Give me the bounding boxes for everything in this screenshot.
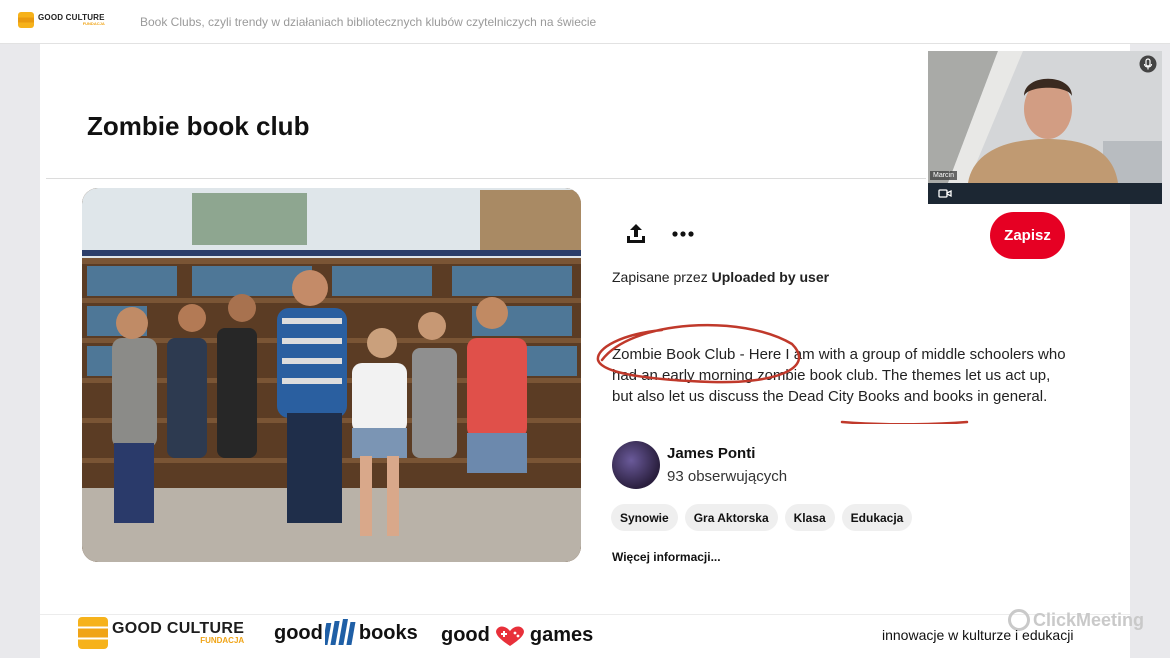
microphone-icon[interactable] <box>1139 55 1157 73</box>
books-stack-icon <box>18 12 34 28</box>
desc-link[interactable]: Dead City Books <box>788 388 900 405</box>
good-culture-logo: GOOD CULTURE FUNDACJA <box>18 12 105 28</box>
presentation-window: GOOD CULTURE FUNDACJA Book Clubs, czyli … <box>0 0 1170 658</box>
title-divider <box>46 178 926 179</box>
tag-list: Synowie Gra Aktorska Klasa Edukacja <box>611 504 913 531</box>
gamepad-heart-icon <box>495 626 524 646</box>
goodgames-text-a: good <box>441 624 490 646</box>
footer-gc-sub: FUNDACJA <box>200 636 245 645</box>
good-culture-footer-logo: GOOD CULTURE FUNDACJA <box>78 617 244 649</box>
book-spines-icon <box>324 619 356 645</box>
pin-photo <box>82 188 581 562</box>
top-bar: GOOD CULTURE FUNDACJA Book Clubs, czyli … <box>0 0 1170 44</box>
saved-by-line: Zapisane przez Uploaded by user <box>612 269 829 285</box>
author-name[interactable]: James Ponti <box>667 445 755 462</box>
more-info-link[interactable]: Więcej informacji... <box>612 550 721 564</box>
footer-tagline: innowacje w kulturze i edukacji <box>882 627 1074 643</box>
share-icon[interactable] <box>624 222 648 246</box>
more-options-icon[interactable] <box>671 222 695 246</box>
slide-title: Zombie book club <box>87 111 310 141</box>
brand-sub: FUNDACJA <box>82 21 105 26</box>
tag-chip[interactable]: Synowie <box>611 504 678 531</box>
good-games-logo: good games <box>441 624 593 647</box>
goodgames-text-b: games <box>529 624 594 646</box>
desc-part2: and books in general. <box>899 388 1048 405</box>
author-followers: 93 obserwujących <box>667 468 788 485</box>
books-stack-icon <box>78 617 108 649</box>
presentation-title: Book Clubs, czyli trendy w działaniach b… <box>140 15 597 29</box>
author-avatar[interactable] <box>612 441 660 489</box>
desc-title: Zombie Book Club <box>612 346 736 363</box>
video-controls <box>928 183 1162 204</box>
goodbooks-text-a: good <box>274 622 323 644</box>
footer-logos: GOOD CULTURE FUNDACJA good books good ga… <box>40 609 1144 658</box>
pin-description: Zombie Book Club - Here I am with a grou… <box>612 344 1072 407</box>
camera-icon[interactable] <box>938 188 952 199</box>
good-books-logo: good books <box>274 619 418 645</box>
footer-gc-name: GOOD CULTURE <box>112 620 245 637</box>
saved-by-prefix: Zapisane przez <box>612 269 708 285</box>
webcam-tile: Marcin <box>928 51 1162 204</box>
tag-chip[interactable]: Gra Aktorska <box>684 504 778 531</box>
tag-chip[interactable]: Klasa <box>784 504 835 531</box>
tag-chip[interactable]: Edukacja <box>841 504 913 531</box>
goodbooks-text-b: books <box>358 622 418 644</box>
saved-by-user-link[interactable]: Uploaded by user <box>712 269 829 285</box>
participant-name: Marcin <box>930 171 958 180</box>
save-button[interactable]: Zapisz <box>990 212 1065 259</box>
